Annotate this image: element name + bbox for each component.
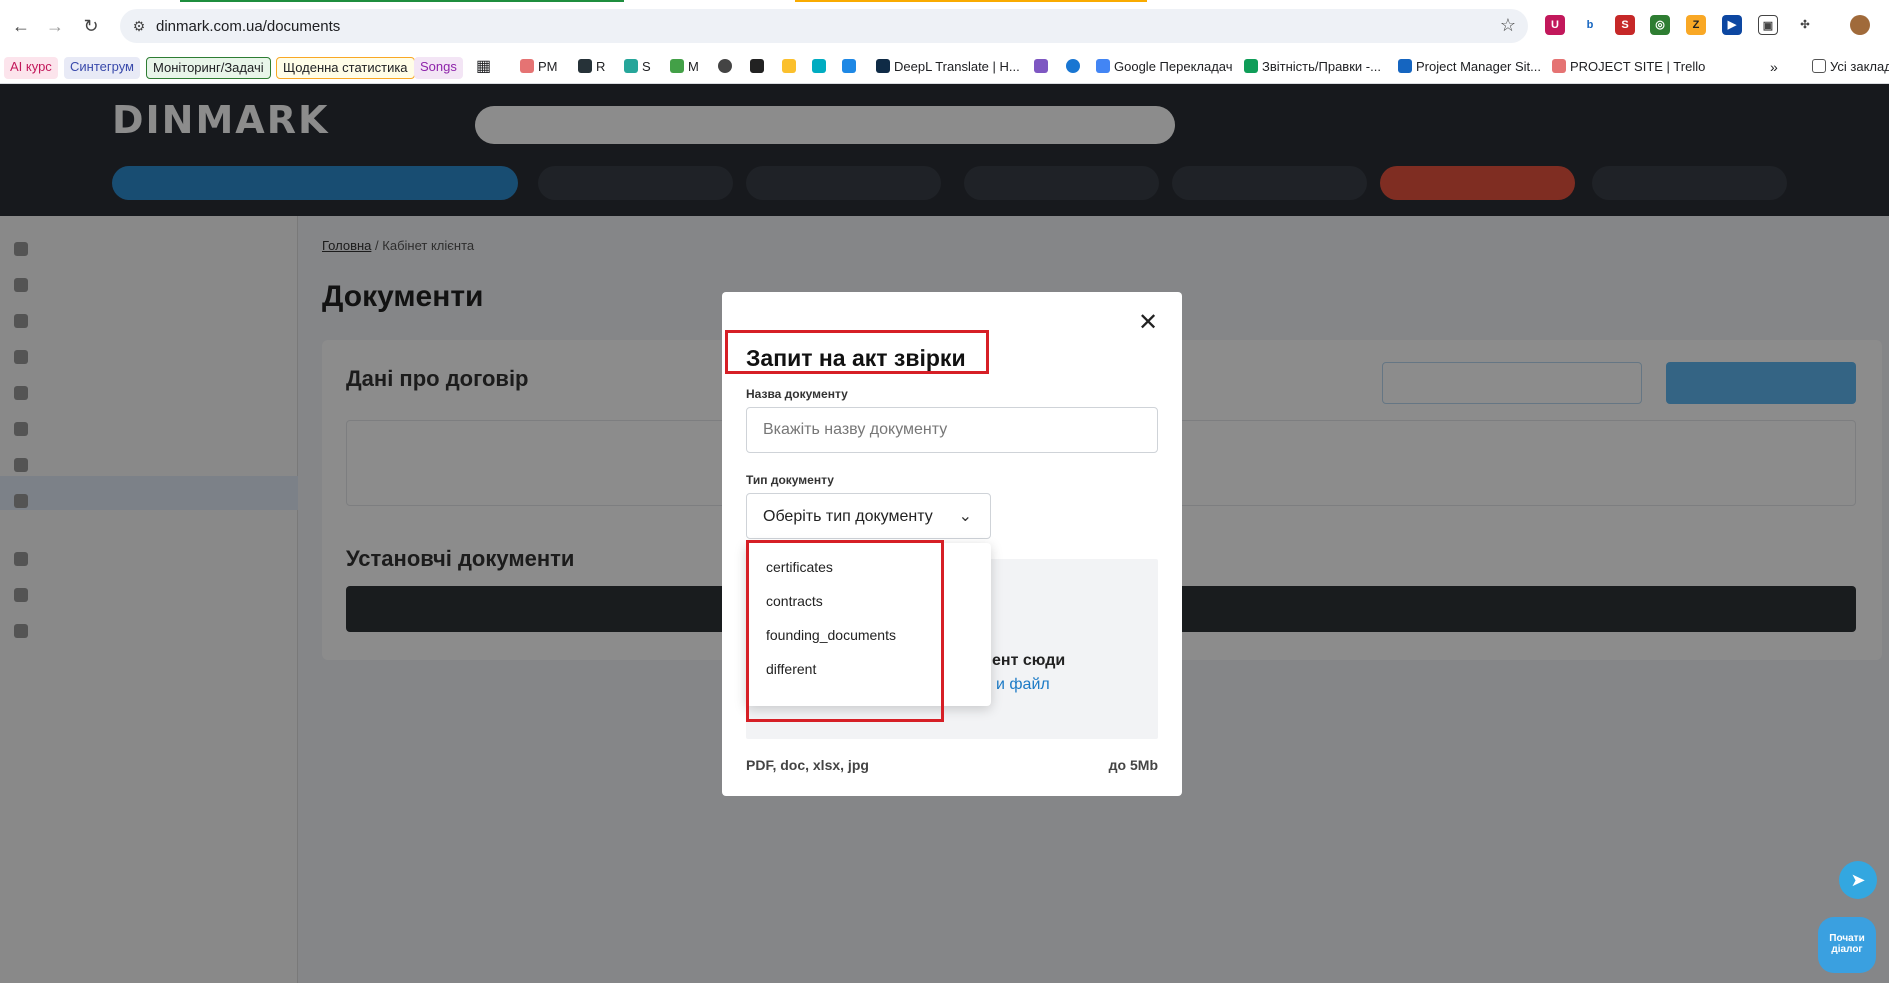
browser-toolbar: ← → ↻ ⚙ dinmark.com.ua/documents ☆ U b S… bbox=[0, 0, 1889, 52]
extension-b-icon[interactable]: b bbox=[1580, 15, 1600, 35]
extension-play-icon[interactable]: ▶ bbox=[1722, 15, 1742, 35]
bookmarks-bar: AI курс Синтегрум Моніторинг/Задачі Щоде… bbox=[0, 52, 1889, 84]
bookmark-songs[interactable]: Songs bbox=[414, 57, 463, 79]
telegram-icon[interactable]: ➤ bbox=[1839, 861, 1877, 899]
bookmark-deepl[interactable]: DeepL Translate | H... bbox=[870, 57, 1026, 79]
trello-pin-icon bbox=[1552, 59, 1566, 73]
folder-icon bbox=[1812, 59, 1826, 73]
dropzone-title: ент сюди bbox=[992, 652, 1066, 669]
document-type-select[interactable]: Оберіть тип документу ⌄ bbox=[746, 493, 991, 539]
sheets-icon bbox=[1244, 59, 1258, 73]
google-translate-icon bbox=[1096, 59, 1110, 73]
document-type-label: Тип документу bbox=[746, 473, 834, 487]
choose-file-link[interactable]: и файл bbox=[996, 676, 1050, 694]
modal-title: Запит на акт звірки bbox=[746, 345, 966, 371]
bookmark-reports[interactable]: Звітність/Правки -... bbox=[1238, 57, 1387, 79]
bookmark-project-manager[interactable]: Project Manager Sit... bbox=[1392, 57, 1547, 79]
reload-icon[interactable]: ↻ bbox=[78, 13, 104, 39]
url-text: dinmark.com.ua/documents bbox=[156, 18, 341, 35]
trello-icon bbox=[1398, 59, 1412, 73]
more-bookmarks-icon[interactable]: » bbox=[1764, 57, 1784, 79]
close-icon[interactable]: ✕ bbox=[1136, 311, 1160, 336]
bookmark-qr-icon[interactable] bbox=[744, 57, 774, 79]
extensions-puzzle-icon[interactable]: ✣ bbox=[1795, 15, 1815, 35]
bookmark-ai[interactable]: AI курс bbox=[4, 57, 58, 79]
extension-yellow-icon[interactable]: Z bbox=[1686, 15, 1706, 35]
pm-icon bbox=[520, 59, 534, 73]
r-icon bbox=[578, 59, 592, 73]
bookmark-google-translate[interactable]: Google Перекладач bbox=[1090, 57, 1239, 79]
chevron-down-icon: ⌄ bbox=[958, 508, 972, 525]
bookmark-syntegrum[interactable]: Синтегрум bbox=[64, 57, 140, 79]
bookmark-m[interactable]: M bbox=[664, 57, 705, 79]
apps-grid-icon[interactable]: ▦ bbox=[470, 57, 497, 79]
bookmark-play-icon[interactable] bbox=[806, 57, 836, 79]
bookmark-monitoring[interactable]: Моніторинг/Задачі bbox=[146, 57, 271, 79]
s-icon bbox=[624, 59, 638, 73]
document-type-value: Оберіть тип документу bbox=[763, 508, 933, 525]
profile-avatar[interactable] bbox=[1850, 15, 1870, 35]
bookmark-gemini-icon[interactable] bbox=[1028, 57, 1058, 79]
back-icon[interactable]: ← bbox=[8, 13, 34, 39]
max-file-size: до 5Mb bbox=[1108, 757, 1158, 773]
tab-progress-orange bbox=[795, 0, 1147, 2]
allowed-formats: PDF, doc, xlsx, jpg bbox=[746, 757, 869, 773]
bookmark-daily-stats[interactable]: Щоденна статистика bbox=[276, 57, 415, 79]
bookmark-openai-icon[interactable] bbox=[712, 57, 742, 79]
deepl-icon bbox=[876, 59, 890, 73]
bookmark-star-icon[interactable]: ☆ bbox=[1500, 15, 1516, 36]
bookmark-r[interactable]: R bbox=[572, 57, 611, 79]
bookmark-s[interactable]: S bbox=[618, 57, 657, 79]
document-name-label: Назва документу bbox=[746, 387, 848, 401]
bookmark-pm[interactable]: PM bbox=[514, 57, 564, 79]
tab-progress-green bbox=[180, 0, 624, 2]
forward-icon[interactable]: → bbox=[42, 13, 68, 39]
bookmark-bird-icon[interactable] bbox=[836, 57, 866, 79]
start-chat-button[interactable]: Почати діалог bbox=[1818, 917, 1876, 973]
document-name-input[interactable] bbox=[746, 407, 1158, 453]
reconciliation-request-modal: ✕ Запит на акт звірки Назва документу Ти… bbox=[722, 292, 1182, 796]
bookmark-project-site[interactable]: PROJECT SITE | Trello bbox=[1546, 57, 1711, 79]
extension-shield-icon[interactable]: U bbox=[1545, 15, 1565, 35]
m-icon bbox=[670, 59, 684, 73]
site-info-icon[interactable]: ⚙ bbox=[130, 17, 148, 35]
bookmark-frame-icon[interactable] bbox=[776, 57, 806, 79]
all-bookmarks[interactable]: Усі заклад bbox=[1806, 57, 1889, 79]
extension-image-icon[interactable]: ▣ bbox=[1758, 15, 1778, 35]
extension-green-icon[interactable]: ◎ bbox=[1650, 15, 1670, 35]
bookmark-p-icon[interactable] bbox=[1060, 57, 1090, 79]
address-bar[interactable]: ⚙ dinmark.com.ua/documents ☆ bbox=[120, 9, 1528, 43]
dropdown-highlight-box bbox=[746, 540, 944, 722]
extension-red-icon[interactable]: S bbox=[1615, 15, 1635, 35]
